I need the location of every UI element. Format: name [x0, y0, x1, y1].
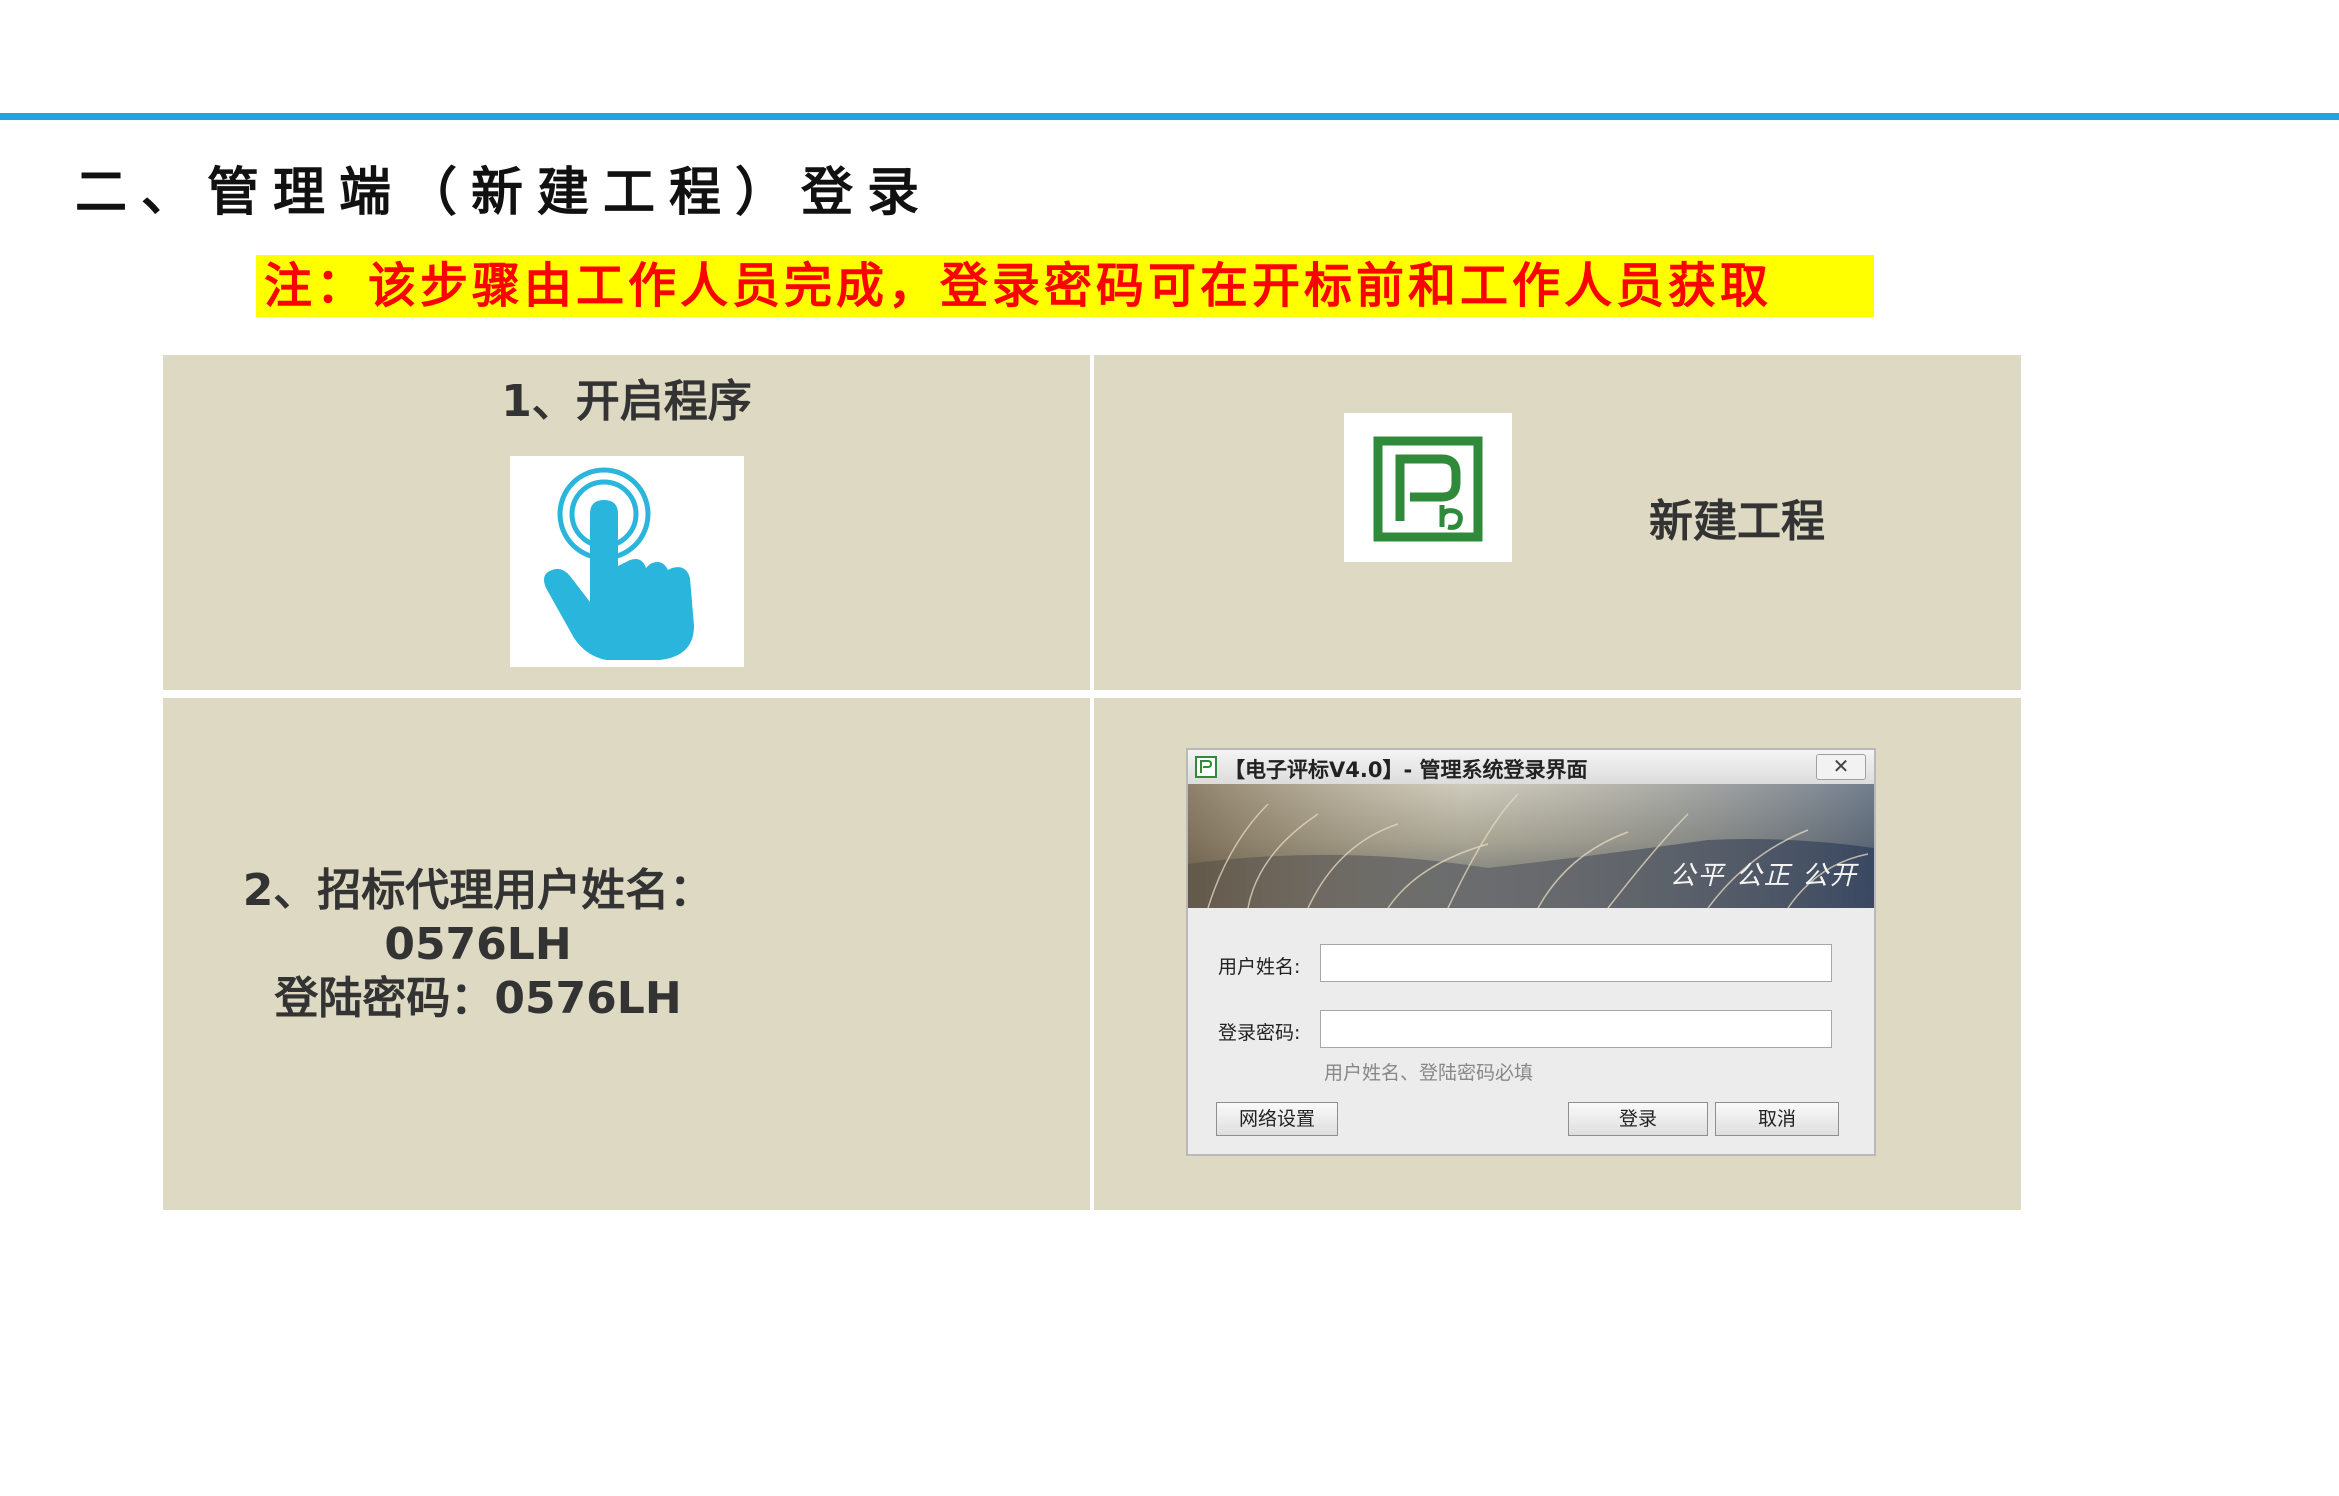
credentials-password: 登陆密码：0576LH [274, 973, 682, 1024]
required-hint: 用户姓名、登陆密码必填 [1324, 1062, 1534, 1084]
top-accent-line [0, 113, 2339, 120]
step1-label: 1、开启程序 [501, 376, 752, 427]
network-settings-button[interactable]: 网络设置 [1216, 1102, 1338, 1136]
cell-credentials: 2、招标代理用户姓名：0576LH 登陆密码：0576LH [163, 698, 1090, 1210]
username-label: 用户姓名: [1218, 956, 1301, 978]
close-icon[interactable]: ✕ [1816, 754, 1866, 780]
dialog-banner: 公平 公正 公开 [1188, 784, 1874, 909]
note-banner: 注：该步骤由工作人员完成，登录密码可在开标前和工作人员获取 [256, 255, 1874, 317]
password-input[interactable] [1320, 1010, 1832, 1048]
pb-logo-icon[interactable] [1344, 413, 1512, 562]
cell-login-dialog: 【电子评标V4.0】- 管理系统登录界面 ✕ 公平 公正 公开 用户姓名: 登录… [1094, 698, 2021, 1210]
hand-tap-icon [510, 456, 744, 667]
cancel-button[interactable]: 取消 [1715, 1102, 1839, 1136]
page-title: 二、管理端（新建工程）登录 [75, 162, 934, 223]
credentials-text: 2、招标代理用户姓名：0576LH 登陆密码：0576LH [163, 864, 793, 1026]
cell-open-program: 1、开启程序 [163, 355, 1090, 690]
banner-slogan: 公平 公正 公开 [1669, 861, 1858, 891]
cell-new-project: 新建工程 [1094, 355, 2021, 690]
new-project-label: 新建工程 [1649, 496, 1825, 547]
app-icon [1195, 756, 1217, 778]
credentials-username: 2、招标代理用户姓名：0576LH [242, 865, 714, 970]
username-input[interactable] [1320, 944, 1832, 982]
password-label: 登录密码: [1218, 1022, 1301, 1044]
dialog-titlebar: 【电子评标V4.0】- 管理系统登录界面 ✕ [1188, 750, 1874, 784]
dialog-title: 【电子评标V4.0】- 管理系统登录界面 [1224, 758, 1588, 782]
login-dialog: 【电子评标V4.0】- 管理系统登录界面 ✕ 公平 公正 公开 用户姓名: 登录… [1186, 748, 1876, 1156]
login-button[interactable]: 登录 [1568, 1102, 1708, 1136]
